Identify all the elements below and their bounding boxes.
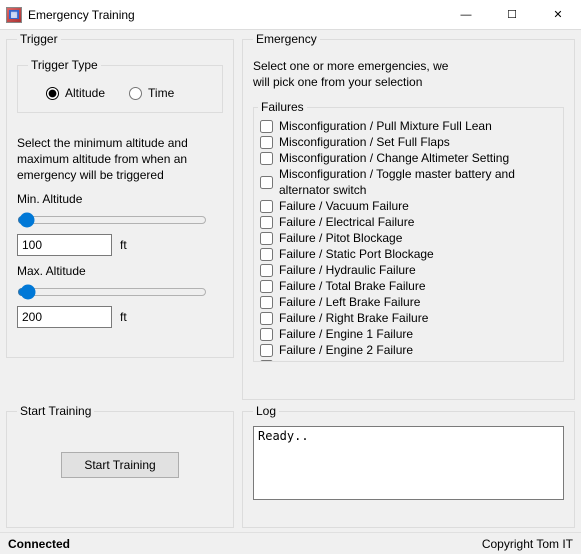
radio-time-input[interactable] <box>129 87 142 100</box>
failure-checkbox[interactable] <box>260 200 273 213</box>
trigger-group: Trigger Trigger Type Altitude Time Selec… <box>6 32 234 358</box>
close-button[interactable]: ✕ <box>535 0 581 29</box>
failure-label: Failure / Left Brake Failure <box>279 294 420 310</box>
radio-time-label: Time <box>148 86 174 100</box>
failure-label: Failure / Total Brake Failure <box>279 278 426 294</box>
start-training-group: Start Training Start Training <box>6 404 234 528</box>
trigger-type-legend: Trigger Type <box>28 58 101 72</box>
failure-checkbox[interactable] <box>260 216 273 229</box>
radio-altitude-label: Altitude <box>65 86 105 100</box>
failure-label: Misconfiguration / Set Full Flaps <box>279 134 450 150</box>
radio-altitude[interactable]: Altitude <box>46 86 105 100</box>
failure-label: Failure / Pitot Blockage <box>279 230 402 246</box>
connection-status: Connected <box>8 537 70 551</box>
failure-checkbox[interactable] <box>260 248 273 261</box>
failures-list: Misconfiguration / Pull Mixture Full Lea… <box>258 118 559 362</box>
failure-row[interactable]: Failure / Engine 2 Failure <box>258 342 559 358</box>
failure-row[interactable]: Failure / Right Brake Failure <box>258 310 559 326</box>
failure-row[interactable]: Failure / Total Brake Failure <box>258 278 559 294</box>
failure-checkbox[interactable] <box>260 136 273 149</box>
failure-row[interactable]: Failure / Hydraulic Failure <box>258 262 559 278</box>
failure-checkbox[interactable] <box>260 360 273 363</box>
failure-checkbox[interactable] <box>260 344 273 357</box>
maximize-button[interactable]: ☐ <box>489 0 535 29</box>
failure-checkbox[interactable] <box>260 152 273 165</box>
failure-checkbox[interactable] <box>260 264 273 277</box>
emergency-group: Emergency Select one or more emergencies… <box>242 32 575 400</box>
failure-label: Misconfiguration / Change Altimeter Sett… <box>279 150 509 166</box>
failure-checkbox[interactable] <box>260 176 273 189</box>
failure-row[interactable]: Misconfiguration / Change Altimeter Sett… <box>258 150 559 166</box>
min-altitude-input[interactable] <box>17 234 112 256</box>
failure-row[interactable]: Misconfiguration / Set Full Flaps <box>258 134 559 150</box>
max-altitude-label: Max. Altitude <box>17 264 223 278</box>
failure-label: Failure / Static Port Blockage <box>279 246 434 262</box>
failures-legend: Failures <box>258 100 307 114</box>
log-group: Log <box>242 404 575 528</box>
radio-time[interactable]: Time <box>129 86 174 100</box>
status-bar: Connected Copyright Tom IT <box>0 532 581 554</box>
max-altitude-input[interactable] <box>17 306 112 328</box>
trigger-type-group: Trigger Type Altitude Time <box>17 58 223 113</box>
log-textarea[interactable] <box>253 426 564 500</box>
min-altitude-slider[interactable] <box>17 212 207 228</box>
min-altitude-unit: ft <box>120 238 127 252</box>
log-legend: Log <box>253 404 279 418</box>
failure-label: Failure / Engine 1 Failure <box>279 326 413 342</box>
failure-row[interactable]: Failure / Engine 1 Failure <box>258 326 559 342</box>
emergency-instruction: Select one or more emergencies, wewill p… <box>253 58 564 90</box>
start-training-legend: Start Training <box>17 404 94 418</box>
failure-label: Failure / Engine 3 Failure <box>279 358 413 362</box>
failure-row[interactable]: Misconfiguration / Toggle master battery… <box>258 166 559 198</box>
failure-row[interactable]: Misconfiguration / Pull Mixture Full Lea… <box>258 118 559 134</box>
failure-label: Misconfiguration / Toggle master battery… <box>279 166 557 198</box>
failure-row[interactable]: Failure / Left Brake Failure <box>258 294 559 310</box>
failure-row[interactable]: Failure / Vacuum Failure <box>258 198 559 214</box>
failure-row[interactable]: Failure / Pitot Blockage <box>258 230 559 246</box>
failures-group: Failures Misconfiguration / Pull Mixture… <box>253 100 564 362</box>
failure-label: Failure / Vacuum Failure <box>279 198 409 214</box>
window-title: Emergency Training <box>28 8 443 22</box>
emergency-legend: Emergency <box>253 32 320 46</box>
trigger-instruction: Select the minimum altitude and maximum … <box>17 135 223 184</box>
max-altitude-slider[interactable] <box>17 284 207 300</box>
failure-checkbox[interactable] <box>260 312 273 325</box>
failure-checkbox[interactable] <box>260 328 273 341</box>
copyright-text: Copyright Tom IT <box>482 537 573 551</box>
title-bar: ▦ Emergency Training — ☐ ✕ <box>0 0 581 30</box>
minimize-button[interactable]: — <box>443 0 489 29</box>
trigger-legend: Trigger <box>17 32 61 46</box>
max-altitude-unit: ft <box>120 310 127 324</box>
failure-label: Failure / Right Brake Failure <box>279 310 428 326</box>
app-icon: ▦ <box>6 7 22 23</box>
min-altitude-label: Min. Altitude <box>17 192 223 206</box>
failure-label: Failure / Electrical Failure <box>279 214 414 230</box>
failure-row[interactable]: Failure / Electrical Failure <box>258 214 559 230</box>
failure-row[interactable]: Failure / Engine 3 Failure <box>258 358 559 362</box>
start-training-button[interactable]: Start Training <box>61 452 178 478</box>
failure-checkbox[interactable] <box>260 280 273 293</box>
failure-row[interactable]: Failure / Static Port Blockage <box>258 246 559 262</box>
failure-checkbox[interactable] <box>260 296 273 309</box>
failure-label: Failure / Engine 2 Failure <box>279 342 413 358</box>
failure-label: Failure / Hydraulic Failure <box>279 262 416 278</box>
radio-altitude-input[interactable] <box>46 87 59 100</box>
failure-checkbox[interactable] <box>260 120 273 133</box>
failure-checkbox[interactable] <box>260 232 273 245</box>
failure-label: Misconfiguration / Pull Mixture Full Lea… <box>279 118 492 134</box>
